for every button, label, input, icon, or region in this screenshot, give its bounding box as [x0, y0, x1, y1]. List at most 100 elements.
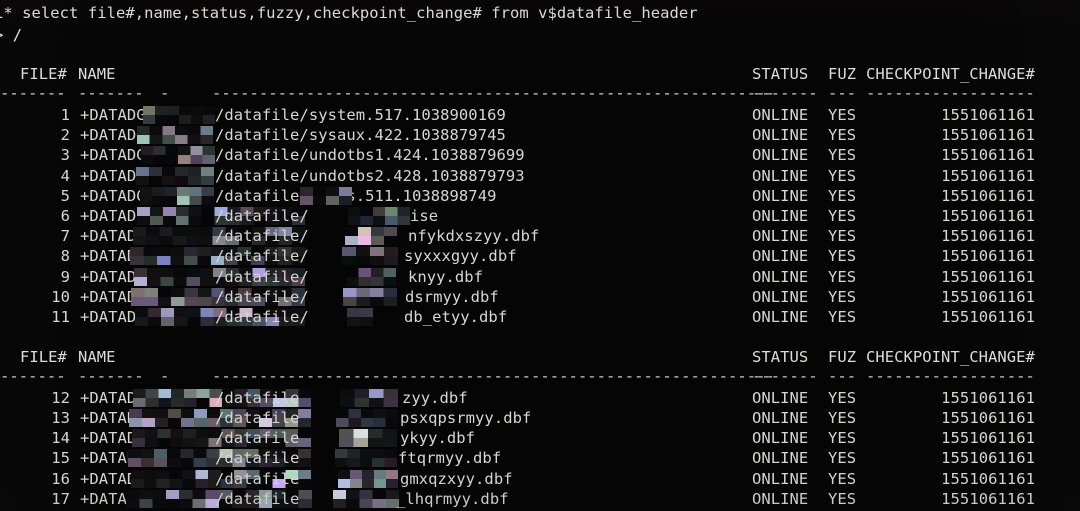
separator-name-a-2: -------: [78, 367, 144, 385]
cell-datafile-path: /datafile/users.511.1038898749: [215, 187, 497, 205]
cell-fuzzy: YES: [828, 268, 857, 286]
cell-datafile-path: /datafile/system.517.1038900169: [215, 106, 506, 124]
cell-datafile-path: /datafile/sysaux.422.1038879745: [215, 126, 506, 144]
column-header-name-1: NAME: [78, 65, 116, 83]
cell-datafile-path: /datafile: [215, 470, 300, 488]
separator-name-b-1: -: [160, 84, 170, 102]
cell-checkpoint-change: 1551061161: [941, 470, 1035, 488]
cell-fuzzy: YES: [828, 389, 857, 407]
cell-status: ONLINE: [752, 126, 809, 144]
column-header-file-num-1: FILE#: [20, 65, 67, 83]
redaction-mosaic: [143, 106, 215, 124]
cell-status: ONLINE: [752, 490, 809, 508]
column-header-checkpoint-change-1: CHECKPOINT_CHANGE#: [866, 65, 1035, 83]
cell-fuzzy: YES: [828, 409, 857, 427]
cell-datafile-path: /datafile/undotbs2.428.1038879793: [215, 167, 525, 185]
cell-status: ONLINE: [752, 449, 809, 467]
cell-fuzzy: YES: [828, 227, 857, 245]
cell-datafile-name-tail: db_etyy.dbf: [404, 308, 508, 326]
redaction-mosaic: [136, 167, 214, 185]
cell-datafile-name-tail: psxqpsrmyy.dbf: [400, 409, 532, 427]
terminal-window[interactable]: select file#,name,status 1* select file#…: [0, 0, 1080, 511]
cell-file-num: 8: [60, 247, 70, 265]
cell-datafile-path: /datafile/: [215, 227, 309, 245]
separator-file-num-1: -------: [0, 84, 66, 102]
cell-diskgroup: +DATADG: [80, 106, 146, 124]
cell-fuzzy: YES: [828, 308, 857, 326]
cell-datafile-path: /datafile: [215, 429, 300, 447]
cell-datafile-path: /datafile: [215, 490, 300, 508]
column-header-status-1: STATUS: [752, 65, 809, 83]
cell-datafile-path: /datafile/: [215, 268, 309, 286]
column-header-status-2: STATUS: [752, 348, 809, 366]
cell-datafile-path: /datafile/: [215, 308, 309, 326]
cell-diskgroup: +DATADG: [80, 126, 146, 144]
cell-datafile-name-tail: ise: [410, 207, 439, 225]
cell-status: ONLINE: [752, 187, 809, 205]
cell-status: ONLINE: [752, 470, 809, 488]
column-header-checkpoint-change-2: CHECKPOINT_CHANGE#: [866, 348, 1035, 366]
cell-file-num: 7: [60, 227, 70, 245]
cell-fuzzy: YES: [828, 187, 857, 205]
cell-file-num: 14: [51, 429, 70, 447]
redaction-mosaic: [343, 288, 397, 306]
cell-file-num: 4: [60, 167, 70, 185]
cell-file-num: 5: [60, 187, 70, 205]
separator-name-c-2: ----------------------------------------…: [212, 367, 775, 385]
redaction-mosaic: [300, 187, 352, 205]
cell-datafile-name-tail: _lhqrmyy.dbf: [396, 490, 509, 508]
cell-diskgroup: +DATADG: [80, 187, 146, 205]
separator-name-c-1: ----------------------------------------…: [212, 84, 775, 102]
separator-checkpoint-change-2: ------------------: [866, 367, 1035, 385]
cell-datafile-name-tail: ftqrmyy.dbf: [398, 449, 502, 467]
redaction-mosaic: [348, 207, 410, 225]
cell-file-num: 13: [51, 409, 70, 427]
redaction-mosaic: [347, 308, 373, 326]
cell-datafile-name-tail: syxxxgyy.dbf: [404, 247, 517, 265]
cell-checkpoint-change: 1551061161: [941, 490, 1035, 508]
cell-status: ONLINE: [752, 389, 809, 407]
cell-file-num: 9: [60, 268, 70, 286]
cell-fuzzy: YES: [828, 126, 857, 144]
cell-fuzzy: YES: [828, 288, 857, 306]
redaction-mosaic: [345, 227, 397, 245]
column-header-file-num-2: FILE#: [20, 348, 67, 366]
sql-buffer-line: 1* select file#,name,status,fuzzy,checkp…: [0, 4, 698, 22]
cell-checkpoint-change: 1551061161: [941, 126, 1035, 144]
redaction-mosaic: [342, 247, 398, 265]
separator-fuz-1: ---: [828, 84, 857, 102]
cell-fuzzy: YES: [828, 207, 857, 225]
cell-datafile-name-tail: knyy.dbf: [408, 268, 484, 286]
cell-checkpoint-change: 1551061161: [941, 167, 1035, 185]
cell-datafile-path: /datafile/undotbs1.424.1038879699: [215, 146, 525, 164]
cell-diskgroup: +DATADG: [80, 146, 146, 164]
cell-fuzzy: YES: [828, 490, 857, 508]
cell-file-num: 17: [51, 490, 70, 508]
cell-datafile-name-tail: dsrmyy.dbf: [405, 288, 499, 306]
cell-datafile-name-tail: nfykdxszyy.dbf: [408, 227, 540, 245]
cell-checkpoint-change: 1551061161: [941, 288, 1035, 306]
cell-file-num: 15: [51, 449, 70, 467]
cell-diskgroup: +DATADG: [80, 207, 146, 225]
cell-datafile-path: /datafile/: [215, 247, 309, 265]
redaction-mosaic: [346, 268, 396, 286]
cell-checkpoint-change: 1551061161: [941, 409, 1035, 427]
redaction-mosaic: [333, 490, 399, 508]
cell-checkpoint-change: 1551061161: [941, 227, 1035, 245]
separator-fuz-2: ---: [828, 367, 857, 385]
separator-name-a-1: -------: [78, 84, 144, 102]
redaction-mosaic: [340, 389, 398, 407]
cell-file-num: 3: [60, 146, 70, 164]
cell-checkpoint-change: 1551061161: [941, 106, 1035, 124]
cell-datafile-path: /datafile: [215, 449, 300, 467]
cell-datafile-path: /datafile/: [215, 288, 309, 306]
cell-file-num: 16: [51, 470, 70, 488]
cell-datafile-name-tail: ykyy.dbf: [400, 429, 476, 447]
cell-file-num: 2: [60, 126, 70, 144]
cell-checkpoint-change: 1551061161: [941, 247, 1035, 265]
separator-file-num-2: -------: [0, 367, 66, 385]
column-header-fuz-2: FUZ: [828, 348, 857, 366]
cell-file-num: 1: [60, 106, 70, 124]
redaction-mosaic: [141, 146, 215, 164]
cell-fuzzy: YES: [828, 146, 857, 164]
